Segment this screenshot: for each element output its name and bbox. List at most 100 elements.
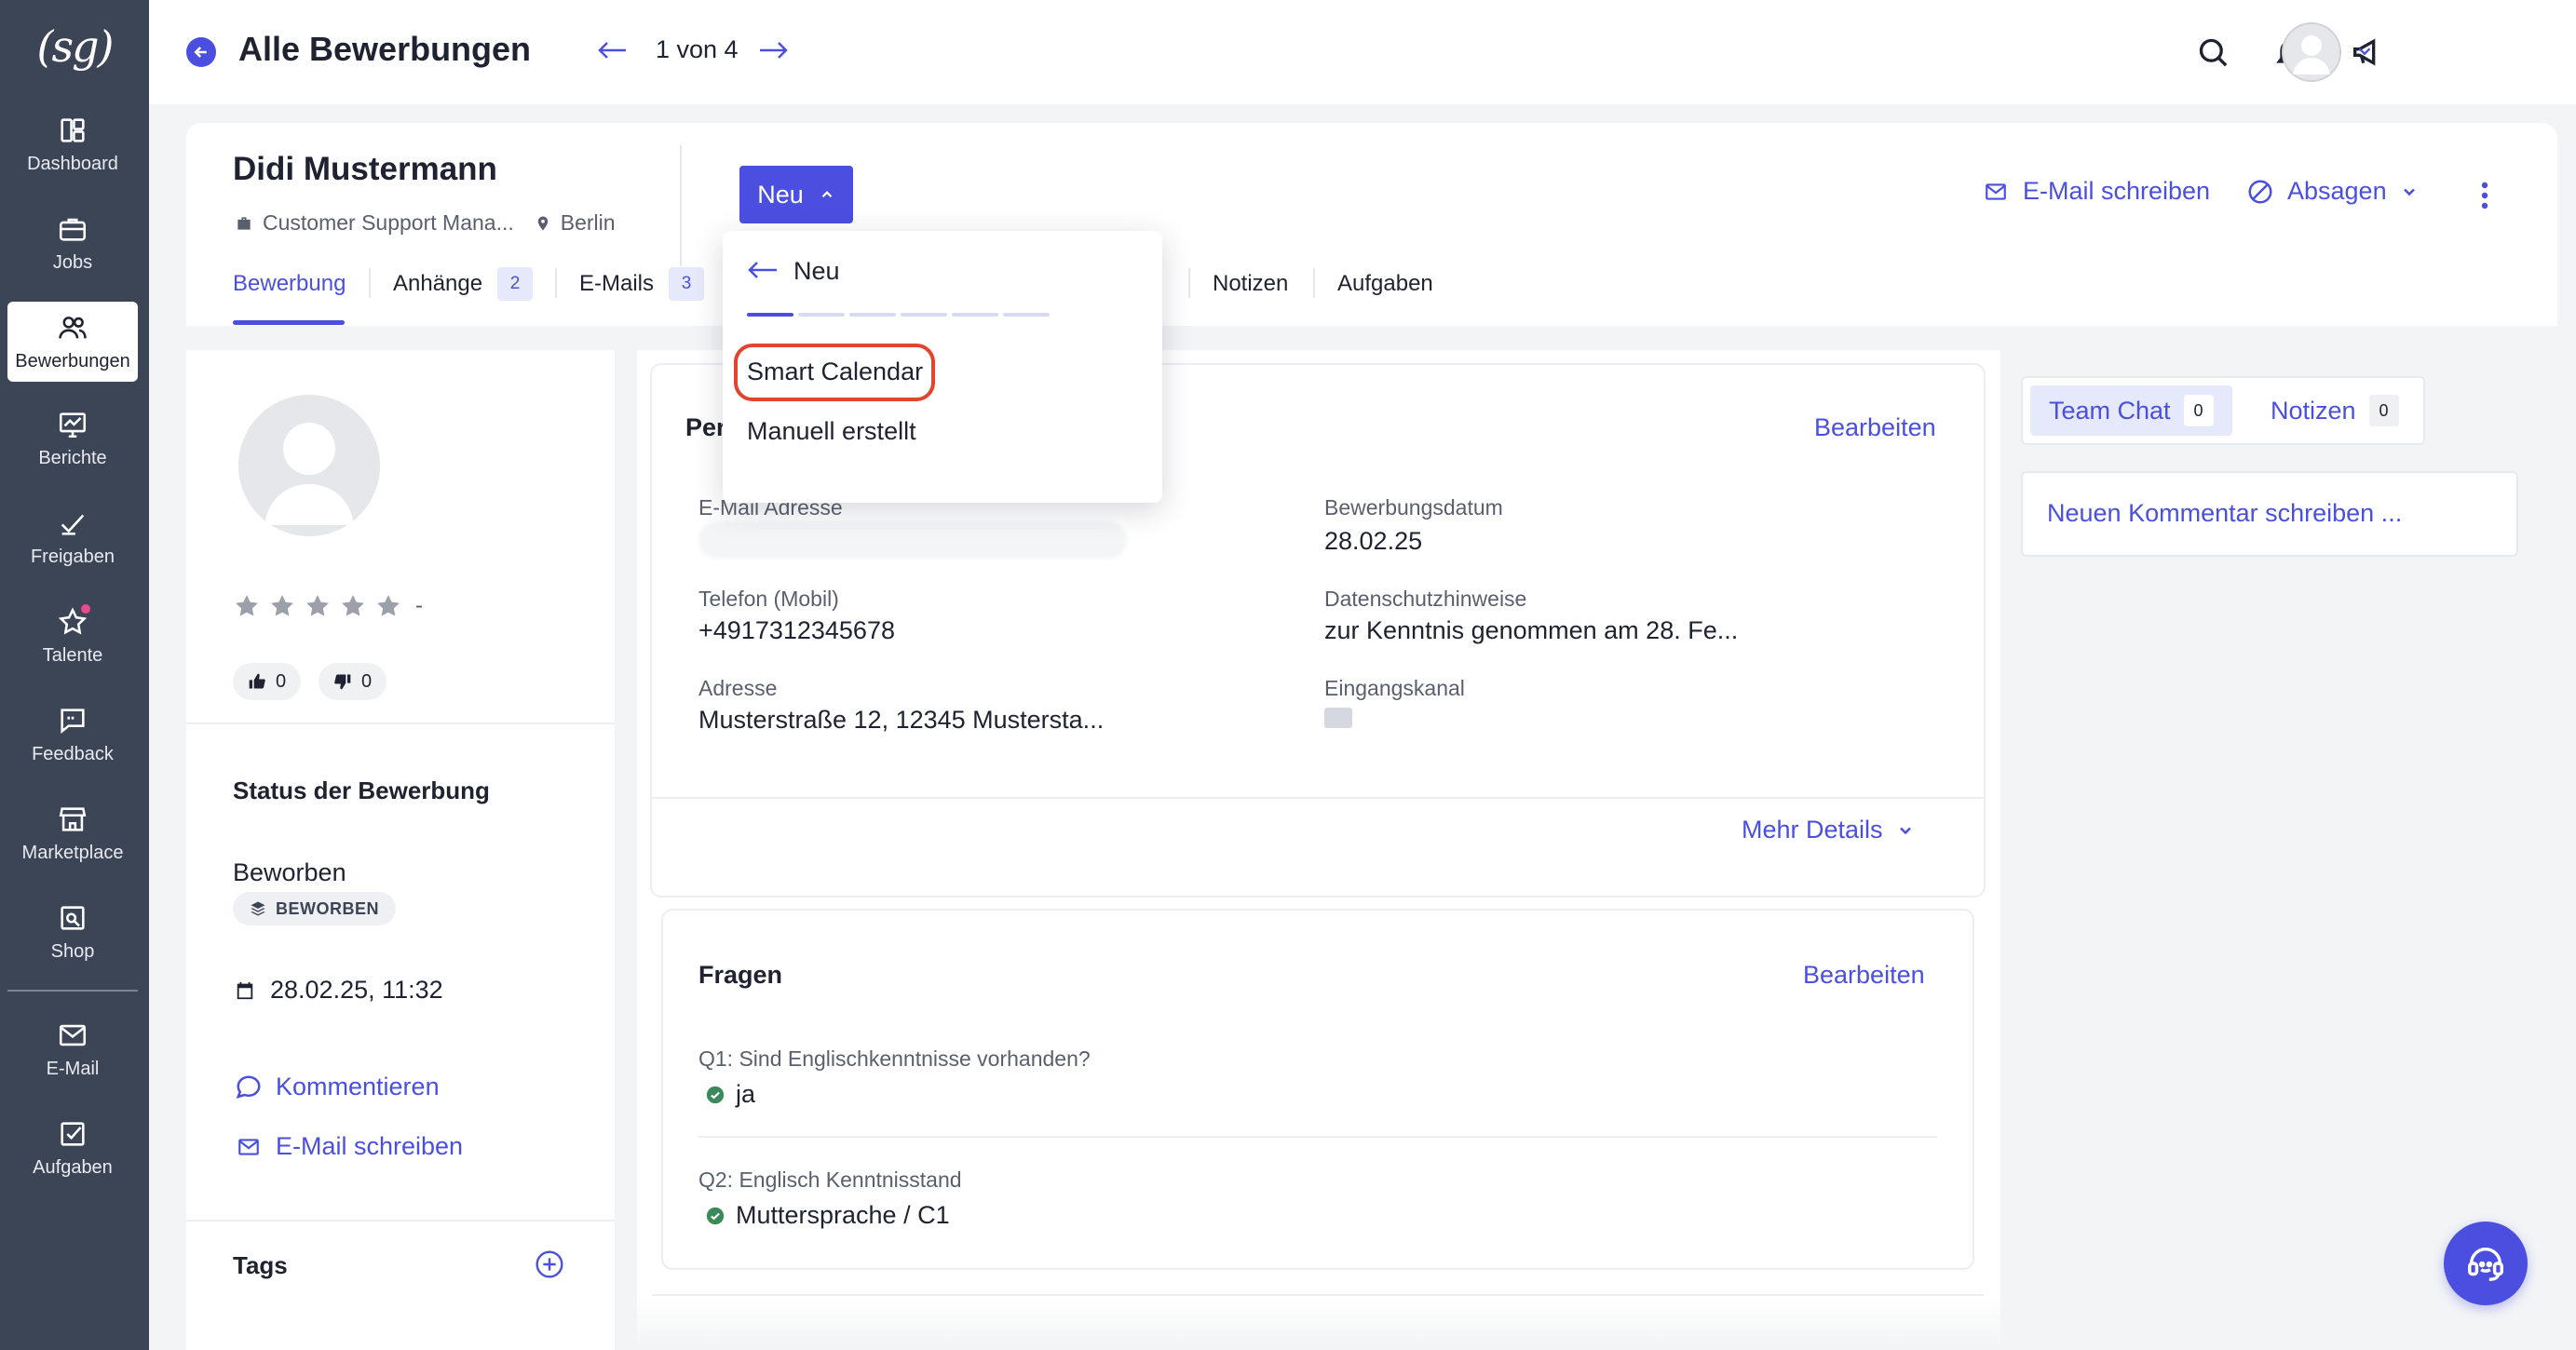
candidate-job[interactable]: Customer Support Mana... <box>263 210 514 236</box>
sidebar-item-talente[interactable]: Talente <box>7 596 138 676</box>
shop-icon <box>57 902 88 934</box>
star-icon[interactable] <box>304 592 332 620</box>
sidebar-item-jobs[interactable]: Jobs <box>7 203 138 283</box>
content-bottom-edge <box>637 1296 2000 1350</box>
applied-date-value: 28.02.25 <box>1324 527 1423 555</box>
comment-button[interactable]: Kommentieren <box>235 1073 440 1101</box>
sidebar-item-feedback[interactable]: Feedback <box>7 695 138 775</box>
edit-personal-button[interactable]: Bearbeiten <box>1814 413 1936 442</box>
tab-aufgaben[interactable]: Aufgaben <box>1337 268 1433 300</box>
previous-button[interactable] <box>596 35 630 65</box>
sidebar-item-label: Berichte <box>38 447 107 468</box>
comment-icon <box>236 1074 261 1099</box>
sidebar-item-marketplace[interactable]: Marketplace <box>7 793 138 873</box>
tab-anhaenge[interactable]: Anhänge 2 <box>393 266 534 302</box>
star-icon[interactable] <box>374 592 402 620</box>
sidebar-item-email[interactable]: E-Mail <box>7 1009 138 1089</box>
answer-text: ja <box>736 1080 756 1108</box>
rating-stars[interactable]: - <box>233 592 423 620</box>
new-comment-input[interactable]: Neuen Kommentar schreiben ... <box>2021 471 2518 557</box>
arrow-left-icon <box>748 262 777 278</box>
menu-item-smart-calendar[interactable]: Smart Calendar <box>747 358 923 386</box>
tab-label: Aufgaben <box>1337 271 1433 296</box>
header-divider <box>680 145 682 266</box>
sidebar-item-freigaben[interactable]: Freigaben <box>7 497 138 577</box>
applied-date-label: Bewerbungsdatum <box>1324 495 1503 520</box>
notification-dot <box>79 601 92 615</box>
search-icon <box>2199 38 2228 67</box>
feedback-icon <box>57 705 88 736</box>
status-dropdown-button[interactable]: Neu <box>739 166 853 223</box>
tab-divider <box>1313 268 1315 298</box>
sidebar-item-shop[interactable]: Shop <box>7 892 138 972</box>
next-button[interactable] <box>756 35 790 65</box>
sidebar-item-label: Feedback <box>32 743 114 764</box>
status-badge-label: BEWORBEN <box>276 898 379 918</box>
sidebar-item-dashboard[interactable]: Dashboard <box>7 104 138 184</box>
tab-divider <box>1188 268 1190 298</box>
sidebar-divider <box>7 990 138 992</box>
tab-label: Anhänge <box>393 271 483 296</box>
top-bar: Alle Bewerbungen 1 von 4 <box>149 0 2576 104</box>
more-details-label: Mehr Details <box>1742 816 1883 844</box>
sidebar-item-aufgaben[interactable]: Aufgaben <box>7 1108 138 1188</box>
sidebar-item-berichte[interactable]: Berichte <box>7 398 138 479</box>
edit-questions-button[interactable]: Bearbeiten <box>1803 961 1925 990</box>
location-pin-icon <box>537 216 548 230</box>
questions-card-title: Fragen <box>698 961 783 989</box>
tab-team-chat[interactable]: Team Chat 0 <box>2030 385 2232 436</box>
add-tag-button[interactable] <box>535 1249 564 1279</box>
briefcase-icon <box>237 216 251 230</box>
star-icon[interactable] <box>268 592 296 620</box>
chevron-down-icon <box>2403 188 2415 196</box>
arrow-right-icon <box>760 42 788 59</box>
more-options-button[interactable] <box>2472 179 2498 212</box>
search-button[interactable] <box>2194 34 2231 71</box>
write-email-button[interactable]: E-Mail schreiben <box>1982 177 2210 206</box>
layers-icon <box>251 901 265 916</box>
reject-button[interactable]: Absagen <box>2246 177 2419 206</box>
tab-notizen[interactable]: Notizen <box>1213 268 1288 300</box>
question-label: Q1: Sind Englischkenntnisse vorhanden? <box>698 1046 1091 1071</box>
section-divider <box>186 722 615 724</box>
chart-icon <box>57 409 88 440</box>
tab-bewerbung[interactable]: Bewerbung <box>233 268 346 300</box>
tab-label: Bewerbung <box>233 271 346 296</box>
privacy-value: zur Kenntnis genommen am 28. Fe... <box>1324 616 1739 644</box>
address-value: Musterstraße 12, 12345 Mustersta... <box>698 706 1105 734</box>
tab-label: Team Chat <box>2049 396 2171 425</box>
support-chat-button[interactable] <box>2444 1222 2528 1305</box>
back-button[interactable] <box>186 37 216 67</box>
card-divider <box>652 797 1984 799</box>
write-email-link[interactable]: E-Mail schreiben <box>235 1132 463 1161</box>
tab-emails[interactable]: E-Mails 3 <box>579 266 705 302</box>
more-details-button[interactable]: Mehr Details <box>1742 816 1915 844</box>
star-icon <box>57 601 92 638</box>
sidebar-item-bewerbungen[interactable]: Bewerbungen <box>7 302 138 382</box>
calendar-icon <box>237 981 253 999</box>
step-indicator <box>849 313 896 317</box>
star-icon[interactable] <box>339 592 367 620</box>
logo[interactable]: (sg) <box>0 15 149 78</box>
rating-value: - <box>415 593 423 618</box>
channel-icon <box>1324 708 1352 728</box>
user-menu-toggle[interactable] <box>2354 41 2375 61</box>
thumbs-down-button[interactable]: 0 <box>319 663 387 700</box>
dropdown-back-button[interactable] <box>747 259 779 281</box>
tab-badge: 0 <box>2368 395 2399 426</box>
question-answer: Muttersprache / C1 <box>706 1201 950 1230</box>
candidate-name: Didi Mustermann <box>233 151 497 187</box>
thumbs-down-count: 0 <box>361 670 373 692</box>
user-avatar[interactable] <box>2282 22 2341 82</box>
dashboard-icon <box>57 115 88 146</box>
tab-label: Notizen <box>1213 271 1289 296</box>
thumbs-up-button[interactable]: 0 <box>233 663 302 700</box>
tab-notizen-panel[interactable]: Notizen 0 <box>2252 385 2418 436</box>
star-icon[interactable] <box>233 592 261 620</box>
user-placeholder-icon <box>2282 22 2341 82</box>
personal-card-title: Per <box>685 413 726 441</box>
sidebar-item-label: Jobs <box>52 251 93 273</box>
comment-link-label: Kommentieren <box>276 1073 440 1100</box>
status-section-title: Status der Bewerbung <box>233 776 490 804</box>
menu-item-manuell-erstellt[interactable]: Manuell erstellt <box>747 417 916 446</box>
